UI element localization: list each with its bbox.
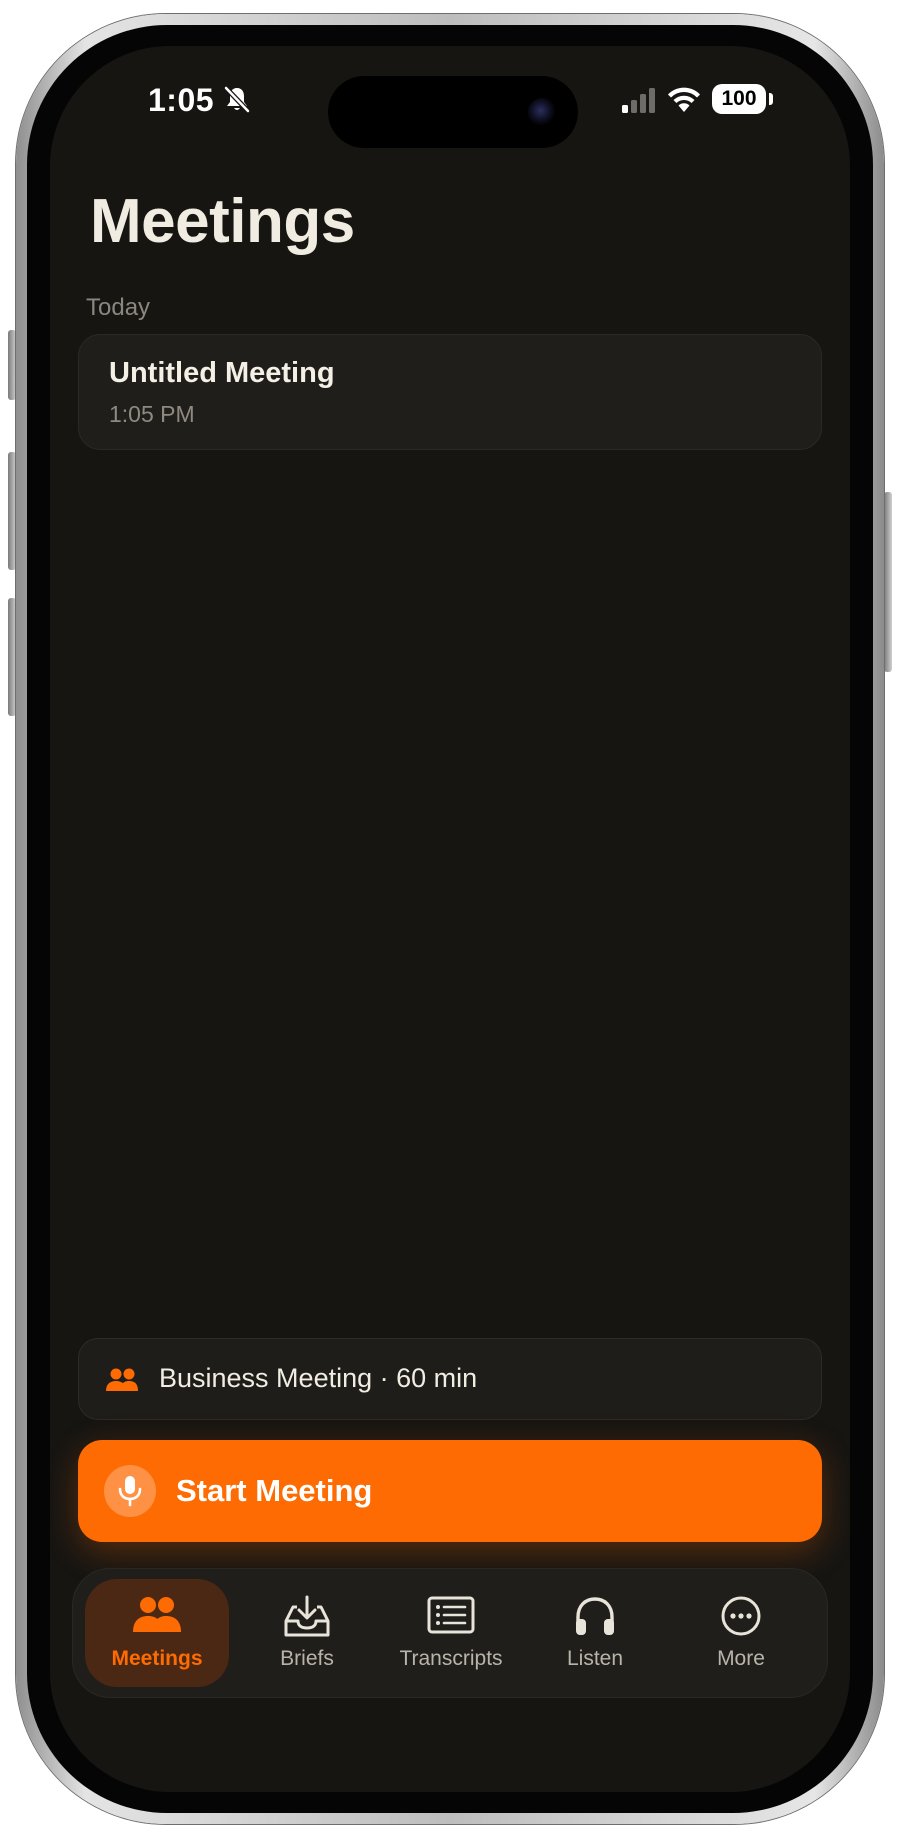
volume-down-button xyxy=(8,598,16,716)
microphone-icon xyxy=(118,1476,142,1507)
people-icon xyxy=(133,1597,181,1632)
tab-bar: Meetings Briefs Transcripts Listen More xyxy=(72,1568,828,1698)
meeting-title: Untitled Meeting xyxy=(109,357,335,389)
tab-transcripts[interactable]: Transcripts xyxy=(379,1579,523,1687)
list-document-icon xyxy=(427,1596,475,1634)
tab-label: Listen xyxy=(566,1647,624,1670)
tab-label: More xyxy=(717,1647,765,1670)
people-icon xyxy=(106,1368,138,1391)
action-button xyxy=(8,330,16,400)
bell-slash-icon xyxy=(224,86,250,113)
page-title: Meetings xyxy=(90,187,355,256)
volume-up-button xyxy=(8,452,16,570)
device-stage: 1:05 100 Meetings Today Untitled Meeting… xyxy=(0,0,900,1840)
section-label-today: Today xyxy=(86,294,151,321)
cellular-signal-icon xyxy=(622,88,655,113)
mic-badge xyxy=(104,1465,156,1517)
headphones-icon xyxy=(576,1597,614,1635)
template-label: Business Meeting · 60 min xyxy=(159,1363,478,1393)
start-meeting-button[interactable]: Start Meeting xyxy=(78,1440,822,1542)
battery-icon: 100 xyxy=(712,84,766,114)
tray-download-icon xyxy=(284,1595,330,1637)
tab-label: Transcripts xyxy=(399,1647,503,1670)
power-button xyxy=(884,492,892,672)
battery-nub xyxy=(769,93,773,105)
tab-listen[interactable]: Listen xyxy=(523,1579,667,1687)
tab-briefs[interactable]: Briefs xyxy=(235,1579,379,1687)
start-meeting-label: Start Meeting xyxy=(176,1473,373,1508)
status-time: 1:05 xyxy=(148,82,215,118)
meeting-time: 1:05 PM xyxy=(109,401,195,427)
phone-screen: 1:05 100 Meetings Today Untitled Meeting… xyxy=(50,46,850,1792)
dynamic-island xyxy=(328,76,578,148)
tab-label: Meetings xyxy=(111,1647,203,1670)
ellipsis-circle-icon xyxy=(721,1596,761,1636)
front-camera-icon xyxy=(528,98,556,126)
tab-meetings[interactable]: Meetings xyxy=(85,1579,229,1687)
wifi-icon xyxy=(668,87,700,112)
meeting-template-selector[interactable]: Business Meeting · 60 min xyxy=(78,1338,822,1420)
tab-label: Briefs xyxy=(280,1647,334,1670)
meeting-list-item[interactable]: Untitled Meeting 1:05 PM xyxy=(78,334,822,450)
tab-more[interactable]: More xyxy=(669,1579,813,1687)
